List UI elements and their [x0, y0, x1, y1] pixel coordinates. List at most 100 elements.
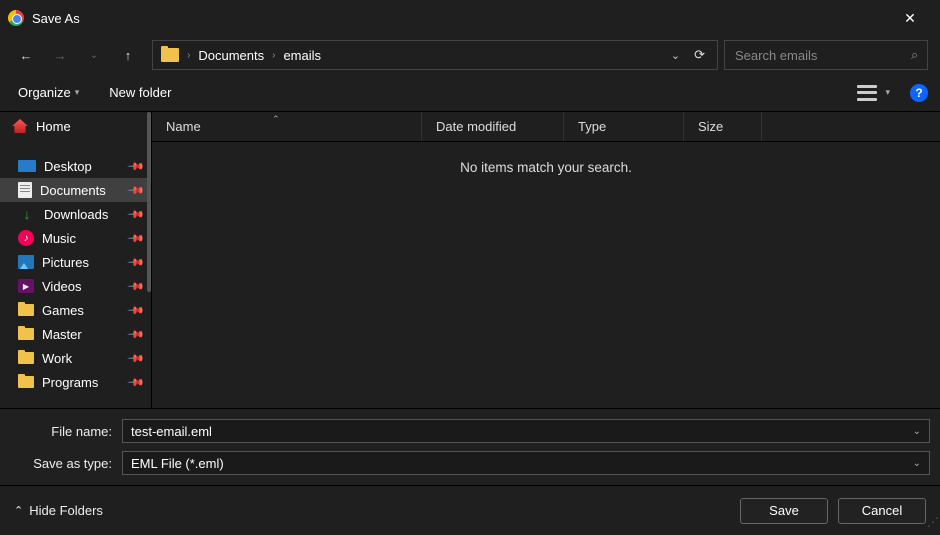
- main-area: Home Desktop 📌 Documents 📌 ↓ Downloads 📌…: [0, 112, 940, 408]
- save-button[interactable]: Save: [740, 498, 828, 524]
- help-button[interactable]: ?: [910, 84, 928, 102]
- back-button[interactable]: ←: [12, 41, 40, 69]
- sidebar: Home Desktop 📌 Documents 📌 ↓ Downloads 📌…: [0, 112, 152, 408]
- sidebar-item-label: Music: [42, 231, 76, 246]
- sidebar-item-label: Programs: [42, 375, 98, 390]
- sidebar-item-work[interactable]: Work 📌: [0, 346, 151, 370]
- sidebar-item-label: Master: [42, 327, 82, 342]
- chevron-down-icon[interactable]: ⌄: [913, 426, 921, 437]
- forward-button[interactable]: →: [46, 41, 74, 69]
- pin-icon: 📌: [127, 277, 146, 296]
- sidebar-item-label: Games: [42, 303, 84, 318]
- pin-icon: 📌: [127, 205, 146, 224]
- music-icon: ♪: [18, 230, 34, 246]
- sidebar-item-label: Work: [42, 351, 72, 366]
- home-icon: [12, 119, 28, 133]
- sidebar-item-music[interactable]: ♪ Music 📌: [0, 226, 151, 250]
- search-box[interactable]: ⌕: [724, 40, 928, 70]
- empty-message: No items match your search.: [152, 160, 940, 175]
- title-bar: Save As ✕: [0, 0, 940, 36]
- chevron-right-icon: ›: [187, 50, 190, 61]
- sidebar-item-master[interactable]: Master 📌: [0, 322, 151, 346]
- sidebar-item-games[interactable]: Games 📌: [0, 298, 151, 322]
- up-button[interactable]: ↑: [114, 41, 142, 69]
- pin-icon: 📌: [127, 181, 146, 200]
- pin-icon: 📌: [127, 157, 146, 176]
- filetype-select[interactable]: EML File (*.eml) ⌄: [122, 451, 930, 475]
- folder-icon: [161, 48, 179, 62]
- sidebar-item-label: Downloads: [44, 207, 108, 222]
- window-title: Save As: [32, 11, 888, 26]
- sort-indicator-icon: ⌃: [272, 114, 280, 125]
- sidebar-item-desktop[interactable]: Desktop 📌: [0, 154, 151, 178]
- sidebar-item-downloads[interactable]: ↓ Downloads 📌: [0, 202, 151, 226]
- resize-grip[interactable]: ⋰: [927, 519, 938, 525]
- breadcrumb-item[interactable]: emails: [283, 48, 321, 63]
- recent-button[interactable]: ⌄: [80, 41, 108, 69]
- new-folder-button[interactable]: New folder: [103, 81, 177, 104]
- content-area: ⌃ Name Date modified Type Size No items …: [152, 112, 940, 408]
- sidebar-item-pictures[interactable]: Pictures 📌: [0, 250, 151, 274]
- search-input[interactable]: [735, 48, 911, 63]
- close-button[interactable]: ✕: [888, 0, 932, 36]
- filename-input-wrapper[interactable]: ⌄: [122, 419, 930, 443]
- column-date[interactable]: Date modified: [422, 112, 564, 141]
- pin-icon: 📌: [127, 253, 146, 272]
- search-icon: ⌕: [911, 47, 918, 63]
- column-size[interactable]: Size: [684, 112, 762, 141]
- arrow-left-icon: ←: [20, 48, 33, 63]
- chevron-right-icon: ›: [272, 50, 275, 61]
- caret-down-icon: ▾: [75, 87, 80, 98]
- breadcrumb-item[interactable]: Documents: [198, 48, 264, 63]
- sidebar-item-label: Desktop: [44, 159, 92, 174]
- pin-icon: 📌: [127, 349, 146, 368]
- folder-icon: [18, 304, 34, 316]
- footer: ⌃ Hide Folders Save Cancel: [0, 485, 940, 535]
- filetype-value: EML File (*.eml): [131, 456, 224, 471]
- chevron-down-icon[interactable]: ⌄: [671, 49, 680, 62]
- new-folder-label: New folder: [109, 85, 171, 100]
- videos-icon: ▶: [18, 279, 34, 293]
- filetype-label: Save as type:: [10, 456, 122, 471]
- sidebar-item-home[interactable]: Home: [0, 112, 151, 140]
- sidebar-item-documents[interactable]: Documents 📌: [0, 178, 151, 202]
- desktop-icon: [18, 160, 36, 172]
- column-name[interactable]: Name: [152, 112, 422, 141]
- list-view-icon: [857, 85, 877, 101]
- chrome-icon: [8, 10, 24, 26]
- organize-button[interactable]: Organize ▾: [12, 81, 85, 104]
- sidebar-item-programs[interactable]: Programs 📌: [0, 370, 151, 394]
- column-type[interactable]: Type: [564, 112, 684, 141]
- hide-folders-button[interactable]: ⌃ Hide Folders: [14, 503, 103, 518]
- pictures-icon: [18, 255, 34, 269]
- toolbar: Organize ▾ New folder ▾ ?: [0, 74, 940, 112]
- folder-icon: [18, 328, 34, 340]
- sidebar-item-label: Videos: [42, 279, 82, 294]
- cancel-button[interactable]: Cancel: [838, 498, 926, 524]
- sidebar-item-label: Home: [36, 119, 71, 134]
- download-icon: ↓: [18, 207, 36, 221]
- address-bar[interactable]: › Documents › emails ⌄ ⟳: [152, 40, 718, 70]
- sidebar-item-label: Pictures: [42, 255, 89, 270]
- filename-input[interactable]: [131, 424, 913, 439]
- refresh-button[interactable]: ⟳: [694, 47, 705, 63]
- save-fields: File name: ⌄ Save as type: EML File (*.e…: [0, 408, 940, 485]
- caret-down-icon: ▾: [885, 87, 890, 98]
- arrow-up-icon: ↑: [125, 48, 132, 63]
- filename-label: File name:: [10, 424, 122, 439]
- chevron-up-icon: ⌃: [14, 504, 23, 517]
- pin-icon: 📌: [127, 373, 146, 392]
- nav-bar: ← → ⌄ ↑ › Documents › emails ⌄ ⟳ ⌕: [0, 36, 940, 74]
- hide-folders-label: Hide Folders: [29, 503, 103, 518]
- folder-icon: [18, 376, 34, 388]
- view-button[interactable]: ▾: [851, 81, 896, 105]
- close-icon: ✕: [904, 10, 916, 27]
- pin-icon: 📌: [127, 325, 146, 344]
- arrow-right-icon: →: [54, 48, 67, 63]
- sidebar-item-videos[interactable]: ▶ Videos 📌: [0, 274, 151, 298]
- scrollbar[interactable]: [147, 112, 151, 292]
- pin-icon: 📌: [127, 229, 146, 248]
- organize-label: Organize: [18, 85, 71, 100]
- column-headers: ⌃ Name Date modified Type Size: [152, 112, 940, 142]
- folder-icon: [18, 352, 34, 364]
